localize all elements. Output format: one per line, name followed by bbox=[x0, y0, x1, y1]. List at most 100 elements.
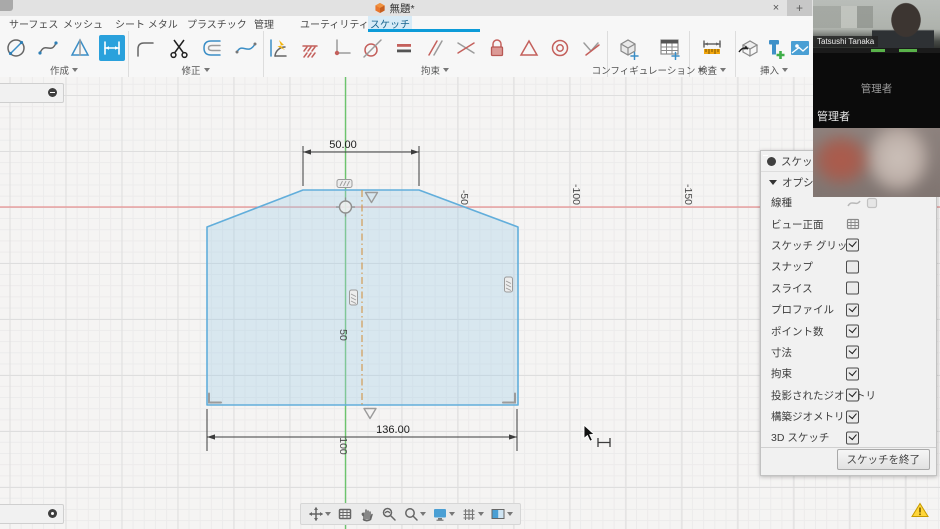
checkbox[interactable] bbox=[846, 346, 859, 359]
palette-row-look-at: ビュー正面 bbox=[761, 213, 936, 234]
perpendicular-constraint-icon[interactable] bbox=[453, 35, 479, 61]
checkbox[interactable] bbox=[846, 367, 859, 380]
display-settings-button[interactable] bbox=[430, 505, 457, 523]
document-title: 無題* bbox=[389, 1, 414, 16]
mouse-cursor bbox=[583, 424, 613, 455]
midpoint-constraint-icon[interactable] bbox=[578, 35, 604, 61]
toolbar-section-insert: 挿入 bbox=[735, 31, 813, 77]
warning-icon[interactable] bbox=[911, 502, 929, 523]
collapse-icon[interactable] bbox=[767, 157, 776, 166]
document-tab[interactable]: 無題* bbox=[320, 0, 470, 16]
two-point-circle-icon[interactable] bbox=[3, 35, 29, 61]
chevron-down-icon[interactable] bbox=[449, 512, 455, 516]
dimension-50-value[interactable]: 50.00 bbox=[329, 139, 357, 151]
tab-manage[interactable]: 管理 bbox=[249, 16, 279, 31]
row-label: 寸法 bbox=[771, 345, 792, 360]
look-at-button[interactable] bbox=[335, 505, 355, 523]
record-icon[interactable] bbox=[48, 509, 57, 518]
insert-menu-label[interactable]: 挿入 bbox=[760, 63, 779, 77]
inspect-menu-label[interactable]: 検査 bbox=[698, 63, 717, 77]
tab-utilities[interactable]: ユーティリティ bbox=[295, 16, 374, 31]
video-call-panel: Tatsushi Tanaka 管理者 管理者 bbox=[813, 0, 940, 197]
tab-mesh[interactable]: メッシュ bbox=[58, 16, 108, 31]
video-tile-2[interactable]: 管理者 管理者 bbox=[813, 53, 940, 128]
x-label--50: -50 bbox=[458, 190, 470, 205]
finish-sketch-button[interactable]: スケッチを終了 bbox=[837, 449, 931, 470]
sketch-palette-panel: スケッチ パレット オプション 線種 ビュー正面 スケッチ グリッド スナップ bbox=[760, 150, 937, 476]
toolbar-section-configuration: コンフィギュレーション bbox=[607, 31, 690, 77]
checkbox[interactable] bbox=[846, 325, 859, 338]
timeline-panel-collapsed[interactable] bbox=[0, 504, 64, 524]
fillet-icon[interactable] bbox=[132, 35, 158, 61]
toolbar: 作成 修正 bbox=[0, 31, 940, 78]
palette-row-3d-sketch: 3D スケッチ bbox=[761, 427, 936, 448]
insert-image-icon[interactable] bbox=[787, 35, 813, 61]
sketch-dimension-icon[interactable] bbox=[99, 35, 125, 61]
grid-snap-button[interactable] bbox=[459, 505, 486, 523]
polygon-icon[interactable] bbox=[67, 35, 93, 61]
new-tab-button[interactable]: + bbox=[787, 0, 812, 16]
video-tile-3[interactable] bbox=[813, 128, 940, 197]
checkbox[interactable] bbox=[846, 389, 859, 402]
chevron-down-icon[interactable] bbox=[478, 512, 484, 516]
dimension-136-value[interactable]: 136.00 bbox=[376, 424, 410, 436]
dimension-50[interactable] bbox=[303, 146, 419, 186]
lock-icon[interactable] bbox=[484, 35, 510, 61]
tangent-constraint-icon[interactable] bbox=[359, 35, 385, 61]
row-label: スナップ bbox=[771, 259, 813, 274]
constraints-menu-label[interactable]: 拘束 bbox=[421, 63, 440, 77]
video-tile-1[interactable]: Tatsushi Tanaka bbox=[813, 0, 940, 53]
chevron-down-icon[interactable] bbox=[507, 512, 513, 516]
document-cube-icon bbox=[375, 3, 385, 13]
palette-row-construction-geometry: 構築ジオメトリ bbox=[761, 406, 936, 427]
palette-row-projected-geometry: 投影されたジオメトリ bbox=[761, 385, 936, 406]
chevron-down-icon[interactable] bbox=[325, 512, 331, 516]
polygon-constraint-icon[interactable] bbox=[516, 35, 542, 61]
measure-icon[interactable] bbox=[699, 35, 725, 61]
blurred-video bbox=[813, 128, 940, 197]
orbit-button[interactable] bbox=[306, 505, 333, 523]
concentric-constraint-icon[interactable] bbox=[547, 35, 573, 61]
linetype-spline-icon[interactable] bbox=[846, 197, 862, 209]
zoom-window-button[interactable] bbox=[379, 505, 399, 523]
create-menu-label[interactable]: 作成 bbox=[50, 63, 69, 77]
tab-sheetmetal[interactable]: シート メタル bbox=[110, 16, 183, 31]
configuration-icon[interactable] bbox=[615, 35, 641, 61]
toolbar-section-modify: 修正 bbox=[128, 31, 264, 77]
y-label-100: 100 bbox=[337, 437, 349, 455]
checkbox[interactable] bbox=[846, 282, 859, 295]
browser-panel-collapsed[interactable] bbox=[0, 83, 64, 103]
edit-spline-icon[interactable] bbox=[233, 35, 259, 61]
checkbox[interactable] bbox=[846, 303, 859, 316]
trim-scissors-icon[interactable] bbox=[166, 35, 192, 61]
viewports-button[interactable] bbox=[488, 505, 515, 523]
auto-dimension-icon[interactable] bbox=[266, 35, 292, 61]
chevron-down-icon bbox=[782, 68, 788, 72]
close-tab-icon[interactable]: × bbox=[768, 0, 784, 16]
offset-icon[interactable] bbox=[199, 35, 225, 61]
checkbox[interactable] bbox=[846, 431, 859, 444]
checkbox[interactable] bbox=[846, 260, 859, 273]
spline-icon[interactable] bbox=[35, 35, 61, 61]
collapse-icon[interactable] bbox=[48, 88, 57, 97]
tab-plastic[interactable]: プラスチック bbox=[182, 16, 252, 31]
insert-decal-icon[interactable] bbox=[735, 35, 761, 61]
equal-constraint-icon[interactable] bbox=[391, 35, 417, 61]
dimension-136[interactable] bbox=[207, 409, 517, 451]
chevron-down-icon[interactable] bbox=[420, 512, 426, 516]
checkbox[interactable] bbox=[846, 410, 859, 423]
insert-fastener-icon[interactable] bbox=[761, 35, 787, 61]
fit-button[interactable] bbox=[401, 505, 428, 523]
fix-constraint-icon[interactable] bbox=[297, 35, 323, 61]
tab-surface[interactable]: サーフェス bbox=[4, 16, 63, 31]
configuration-menu-label[interactable]: コンフィギュレーション bbox=[592, 63, 696, 77]
checkbox[interactable] bbox=[846, 239, 859, 252]
parallel-constraint-icon[interactable] bbox=[422, 35, 448, 61]
pan-button[interactable] bbox=[357, 505, 377, 523]
coincident-constraint-icon[interactable] bbox=[328, 35, 354, 61]
configuration-table-icon[interactable] bbox=[656, 35, 682, 61]
linetype-box-icon[interactable] bbox=[866, 197, 878, 209]
look-at-icon[interactable] bbox=[846, 218, 860, 231]
modify-menu-label[interactable]: 修正 bbox=[181, 63, 200, 77]
y-label-50: 50 bbox=[337, 329, 349, 341]
